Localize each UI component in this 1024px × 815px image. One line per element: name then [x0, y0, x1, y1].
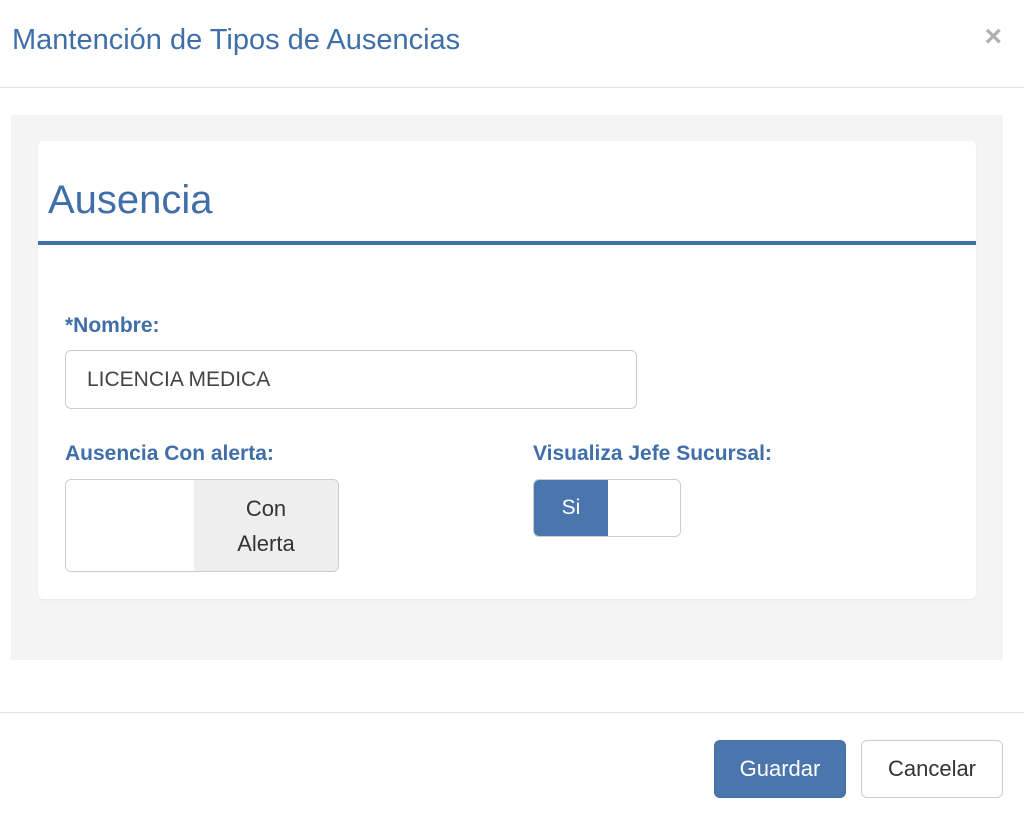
modal-dialog: Mantención de Tipos de Ausencias × Ausen…	[0, 0, 1024, 815]
nombre-input[interactable]	[65, 350, 637, 409]
save-button[interactable]: Guardar	[714, 740, 846, 798]
alerta-state-line2: Alerta	[237, 530, 295, 556]
jefe-toggle[interactable]: Si	[533, 479, 681, 537]
ausencia-panel: Ausencia *Nombre: Ausencia Con alerta: C…	[38, 141, 976, 599]
jefe-toggle-handle	[608, 480, 680, 536]
jefe-toggle-state: Si	[534, 480, 608, 536]
jefe-label: Visualiza Jefe Sucursal:	[533, 442, 772, 465]
modal-header: Mantención de Tipos de Ausencias ×	[0, 0, 1024, 88]
alerta-toggle-state: Con Alerta	[194, 480, 338, 571]
cancel-button[interactable]: Cancelar	[861, 740, 1003, 798]
close-icon[interactable]: ×	[984, 22, 1002, 52]
alerta-toggle[interactable]: Con Alerta	[65, 479, 339, 572]
modal-body: Ausencia *Nombre: Ausencia Con alerta: C…	[11, 115, 1003, 660]
alerta-state-line1: Con	[245, 495, 287, 521]
panel-title: Ausencia	[48, 178, 213, 222]
panel-divider	[38, 241, 976, 245]
alerta-label: Ausencia Con alerta:	[65, 442, 274, 465]
alerta-toggle-handle	[66, 480, 194, 571]
modal-title: Mantención de Tipos de Ausencias	[12, 24, 461, 56]
modal-footer: Guardar Cancelar	[0, 712, 1024, 815]
nombre-label: *Nombre:	[65, 314, 160, 337]
